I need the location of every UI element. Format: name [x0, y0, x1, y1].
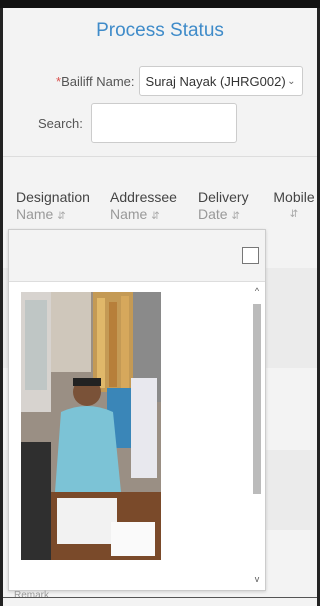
popup-header: [9, 230, 265, 282]
column-delivery-date[interactable]: Delivery Date ⇵: [198, 189, 258, 225]
top-dark-bar: [0, 0, 320, 8]
scrollbar-thumb[interactable]: [253, 304, 261, 494]
column-addressee-name[interactable]: Addressee Name ⇵: [110, 189, 190, 225]
chevron-down-icon: ⌄: [287, 75, 296, 87]
bailiff-selected-value: Suraj Nayak (JHRG002): [145, 73, 286, 89]
search-input[interactable]: [90, 103, 237, 143]
popup-body: ^ v: [9, 282, 265, 590]
sort-icon[interactable]: ⇵: [231, 211, 239, 222]
sort-icon[interactable]: ⇵: [57, 211, 65, 222]
footer-partial-text: Remark: [14, 590, 50, 601]
sort-icon[interactable]: ⇵: [270, 206, 318, 223]
bailiff-filter-row: * Bailiff Name: Suraj Nayak (JHRG002) ⌄: [56, 66, 303, 96]
chevron-up-icon[interactable]: ^: [251, 284, 263, 298]
popup-scrollbar[interactable]: ^ v: [251, 284, 263, 586]
column-header-line2: Date: [198, 206, 228, 222]
column-header-line1: Mobile: [273, 189, 315, 205]
chevron-down-icon[interactable]: v: [251, 572, 263, 586]
column-mobile[interactable]: Mobile ⇵: [270, 189, 318, 223]
column-designation-name[interactable]: Designation Name ⇵: [16, 189, 101, 225]
bailiff-label: Bailiff Name:: [61, 73, 135, 89]
bailiff-photo-image: [21, 292, 161, 560]
page-title: Process Status: [96, 20, 224, 41]
column-header-line2: Name: [16, 206, 54, 222]
sort-icon[interactable]: ⇵: [151, 211, 159, 222]
column-header-line1: Designation: [16, 189, 90, 205]
search-row: Search:: [38, 103, 237, 143]
bailiff-select[interactable]: Suraj Nayak (JHRG002) ⌄: [138, 66, 303, 96]
header-divider: [3, 156, 317, 157]
search-label: Search:: [38, 115, 83, 131]
bailiff-photo: [21, 292, 161, 560]
image-popup: ^ v: [8, 229, 266, 591]
bottom-divider: [3, 597, 317, 598]
column-header-line1: Addressee: [110, 189, 177, 205]
column-header-line1: Delivery: [198, 189, 249, 205]
column-header-line2: Name: [110, 206, 148, 222]
popup-checkbox[interactable]: [242, 247, 259, 264]
